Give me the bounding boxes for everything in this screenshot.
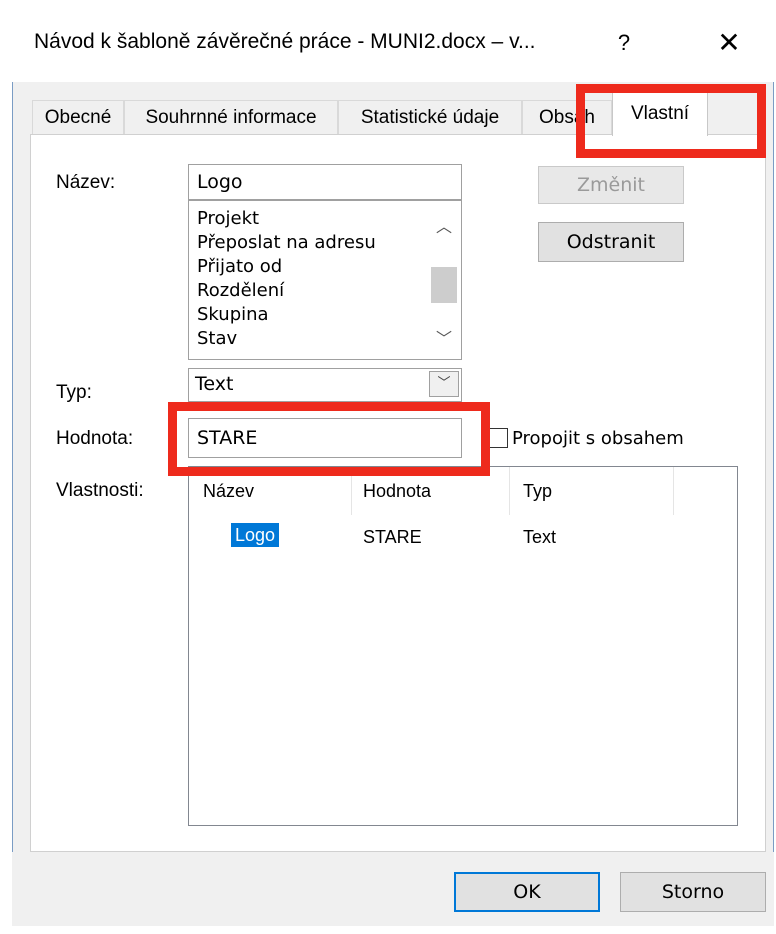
tab-general[interactable]: Obecné bbox=[32, 100, 124, 134]
highlight-box-custom-tab bbox=[576, 84, 766, 158]
column-header-type[interactable]: Typ bbox=[523, 481, 552, 502]
ok-button[interactable]: OK bbox=[454, 872, 600, 912]
list-scrollbar[interactable]: ︿ ﹀ bbox=[427, 201, 461, 359]
link-to-content-checkbox[interactable] bbox=[488, 428, 508, 448]
type-label: Typ: bbox=[56, 382, 92, 403]
window-title: Návod k šabloně závěrečné práce - MUNI2.… bbox=[34, 30, 536, 53]
column-header-value[interactable]: Hodnota bbox=[363, 481, 431, 502]
name-combobox-input[interactable]: Logo bbox=[188, 164, 462, 200]
property-name-cell[interactable]: Logo bbox=[231, 523, 280, 547]
help-button[interactable]: ? bbox=[612, 30, 636, 56]
highlight-box-value bbox=[168, 402, 490, 476]
properties-list[interactable]: Název Hodnota Typ Logo STARE Text bbox=[188, 466, 738, 826]
scroll-down-icon[interactable]: ﹀ bbox=[427, 325, 461, 349]
list-item[interactable]: Stav bbox=[189, 327, 461, 351]
property-type-cell[interactable]: Text bbox=[523, 527, 556, 548]
type-select[interactable]: Text ﹀ bbox=[188, 368, 462, 402]
tab-statistics[interactable]: Statistické údaje bbox=[338, 100, 522, 134]
close-button[interactable]: ✕ bbox=[712, 26, 746, 59]
name-options-list[interactable]: Projekt Přeposlat na adresu Přijato od R… bbox=[188, 200, 462, 360]
value-label: Hodnota: bbox=[56, 428, 134, 449]
list-item[interactable]: Skupina bbox=[189, 303, 461, 327]
list-item[interactable]: Přijato od bbox=[189, 255, 461, 279]
list-item[interactable]: Přeposlat na adresu bbox=[189, 231, 461, 255]
column-header-name[interactable]: Název bbox=[203, 481, 254, 502]
scroll-thumb[interactable] bbox=[431, 267, 457, 303]
column-divider[interactable] bbox=[673, 467, 674, 515]
properties-label: Vlastnosti: bbox=[56, 480, 144, 501]
list-item[interactable]: Projekt bbox=[189, 207, 461, 231]
scroll-up-icon[interactable]: ︿ bbox=[427, 213, 461, 237]
link-to-content-label[interactable]: Propojit s obsahem bbox=[512, 428, 684, 449]
property-value-cell[interactable]: STARE bbox=[363, 527, 422, 548]
remove-button[interactable]: Odstranit bbox=[538, 222, 684, 262]
tab-summary[interactable]: Souhrnné informace bbox=[124, 100, 338, 134]
change-button[interactable]: Změnit bbox=[538, 166, 684, 204]
background-window-strip bbox=[12, 0, 774, 14]
list-item[interactable]: Rozdělení bbox=[189, 279, 461, 303]
column-divider[interactable] bbox=[509, 467, 510, 515]
name-label: Název: bbox=[56, 172, 116, 193]
type-selected-value: Text bbox=[195, 373, 234, 395]
cancel-button[interactable]: Storno bbox=[620, 872, 766, 912]
chevron-down-icon[interactable]: ﹀ bbox=[429, 371, 459, 397]
